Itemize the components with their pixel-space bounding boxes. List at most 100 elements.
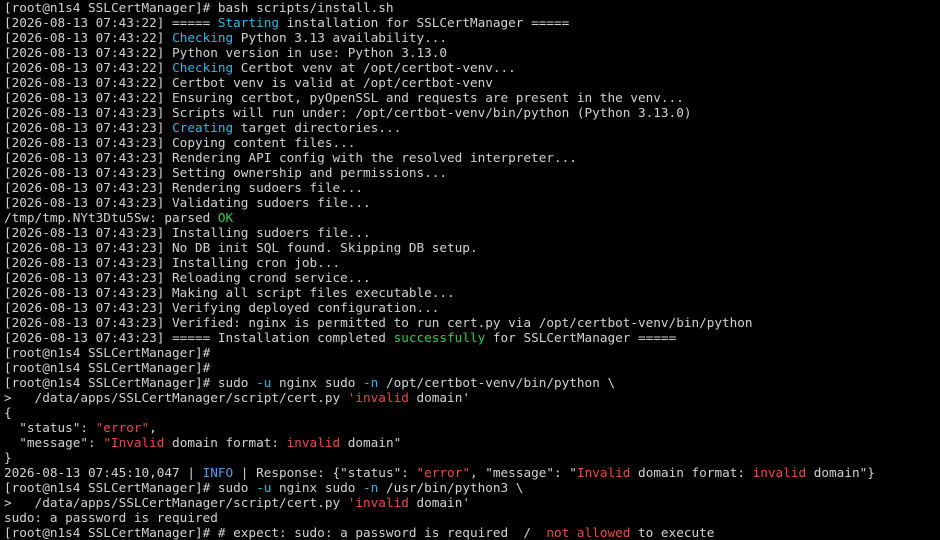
terminal-line: sudo: a password is required — [4, 510, 940, 525]
terminal-line: [root@n1s4 SSLCertManager]# # expect: su… — [4, 525, 940, 540]
terminal-text-segment: [root@n1s4 SSLCertManager]# sudo — [4, 480, 257, 495]
terminal-text-segment: -n — [363, 375, 379, 390]
terminal-text-segment: sudo: a password is required — [4, 510, 218, 525]
terminal-line: 2026-08-13 07:45:10,047 | INFO | Respons… — [4, 465, 940, 480]
terminal-text-segment: domain" — [340, 435, 402, 450]
terminal-text-segment: [2026-08-13 07:43:22] Ensuring certbot, … — [4, 90, 684, 105]
terminal-text-segment: "message": — [4, 435, 104, 450]
terminal-text-segment: [2026-08-13 07:43:23] Copying content fi… — [4, 135, 356, 150]
terminal-text-segment: Invalid — [576, 465, 631, 480]
terminal-line: [2026-08-13 07:43:23] Installing cron jo… — [4, 255, 940, 270]
terminal-window[interactable]: [root@n1s4 SSLCertManager]# bash scripts… — [0, 0, 940, 540]
terminal-text-segment: [2026-08-13 07:43:23] Scripts will run u… — [4, 105, 692, 120]
terminal-text-segment: successfully — [393, 330, 486, 345]
terminal-text-segment: /usr/bin/python3 \ — [378, 480, 524, 495]
terminal-text-segment: invalid — [286, 435, 341, 450]
terminal-text-segment: } — [4, 450, 12, 465]
terminal-line: [2026-08-13 07:43:23] Validating sudoers… — [4, 195, 940, 210]
terminal-line: "message": "Invalid domain format: inval… — [4, 435, 940, 450]
terminal-text-segment: [root@n1s4 SSLCertManager]# — [4, 345, 211, 360]
terminal-text-segment: nginx sudo — [271, 480, 364, 495]
terminal-line: [2026-08-13 07:43:23] ===== Installation… — [4, 330, 940, 345]
terminal-text-segment: , — [149, 420, 157, 435]
terminal-text-segment: not allowed — [546, 525, 631, 540]
terminal-text-segment: [2026-08-13 07:43:23] Installing cron jo… — [4, 255, 341, 270]
terminal-text-segment: [2026-08-13 07:43:23] Setting ownership … — [4, 165, 448, 180]
terminal-text-segment: target directories... — [233, 120, 402, 135]
terminal-text-segment: installation for SSLCertManager ===== — [279, 15, 570, 30]
terminal-text-segment: [root@n1s4 SSLCertManager]# — [4, 360, 211, 375]
terminal-line: [2026-08-13 07:43:23] Verifying deployed… — [4, 300, 940, 315]
terminal-line: [2026-08-13 07:43:22] Ensuring certbot, … — [4, 90, 940, 105]
terminal-text-segment: for SSLCertManager ===== — [485, 330, 677, 345]
terminal-line: > /data/apps/SSLCertManager/script/cert.… — [4, 495, 940, 510]
terminal-text-segment: Starting — [217, 15, 279, 30]
terminal-line: [2026-08-13 07:43:23] Installing sudoers… — [4, 225, 940, 240]
terminal-text-segment: [2026-08-13 07:43:22] Certbot venv is va… — [4, 75, 493, 90]
terminal-text-segment: /opt/certbot-venv/bin/python \ — [378, 375, 616, 390]
terminal-text-segment: [root@n1s4 SSLCertManager]# sudo — [4, 375, 257, 390]
terminal-text-segment: [2026-08-13 07:43:23] Validating sudoers… — [4, 195, 371, 210]
terminal-line: [2026-08-13 07:43:23] Making all script … — [4, 285, 940, 300]
terminal-line: [2026-08-13 07:43:23] Scripts will run u… — [4, 105, 940, 120]
terminal-text-segment: domain format: — [630, 465, 753, 480]
terminal-text-segment: [2026-08-13 07:43:22] — [4, 30, 173, 45]
terminal-line: [root@n1s4 SSLCertManager]# sudo -u ngin… — [4, 375, 940, 390]
terminal-text-segment: Certbot venv at /opt/certbot-venv... — [233, 60, 516, 75]
terminal-text-segment: [2026-08-13 07:43:23] Making all script … — [4, 285, 455, 300]
terminal-line: [2026-08-13 07:43:22] ===== Starting ins… — [4, 15, 940, 30]
terminal-line: > /data/apps/SSLCertManager/script/cert.… — [4, 390, 940, 405]
terminal-line: [2026-08-13 07:43:22] Certbot venv is va… — [4, 75, 940, 90]
terminal-text-segment: domain' — [408, 390, 470, 405]
terminal-text-segment: Python 3.13 availability... — [233, 30, 448, 45]
terminal-text-segment: [2026-08-13 07:43:23] Reloading crond se… — [4, 270, 371, 285]
terminal-line: [2026-08-13 07:43:23] Copying content fi… — [4, 135, 940, 150]
terminal-text-segment: domain' — [408, 495, 470, 510]
terminal-text-segment: OK — [217, 210, 234, 225]
terminal-text-segment: [2026-08-13 07:43:22] — [4, 60, 173, 75]
terminal-line: [2026-08-13 07:43:23] Rendering sudoers … — [4, 180, 940, 195]
terminal-text-segment: nginx sudo — [271, 375, 364, 390]
terminal-line: "status": "error", — [4, 420, 940, 435]
terminal-text-segment: [2026-08-13 07:43:22] Python version in … — [4, 45, 448, 60]
terminal-text-segment: domain format: — [164, 435, 287, 450]
terminal-text-segment: to execute — [630, 525, 715, 540]
terminal-text-segment: /tmp/tmp.NYt3Dtu5Sw: parsed — [4, 210, 218, 225]
terminal-line: [2026-08-13 07:43:23] Verified: nginx is… — [4, 315, 940, 330]
terminal-text-segment: Checking — [172, 60, 234, 75]
terminal-text-segment: "error" — [95, 420, 150, 435]
terminal-text-segment: -u — [256, 375, 272, 390]
terminal-line: [2026-08-13 07:43:23] No DB init SQL fou… — [4, 240, 940, 255]
terminal-text-segment: [2026-08-13 07:43:23] No DB init SQL fou… — [4, 240, 478, 255]
terminal-text-segment: | Response: {"status": — [233, 465, 417, 480]
terminal-text-segment: [root@n1s4 SSLCertManager]# bash scripts… — [4, 0, 394, 15]
terminal-text-segment: "status": — [4, 420, 96, 435]
terminal-line: } — [4, 450, 940, 465]
terminal-text-segment: [2026-08-13 07:43:23] Rendering API conf… — [4, 150, 577, 165]
terminal-line: [2026-08-13 07:43:23] Reloading crond se… — [4, 270, 940, 285]
terminal-line: [2026-08-13 07:43:22] Checking Certbot v… — [4, 60, 940, 75]
terminal-text-segment: [2026-08-13 07:43:22] ===== — [4, 15, 218, 30]
terminal-text-segment: [2026-08-13 07:43:23] Verified: nginx is… — [4, 315, 753, 330]
terminal-text-segment: -n — [363, 480, 379, 495]
terminal-text-segment: domain"} — [806, 465, 875, 480]
terminal-text-segment: invalid — [355, 390, 409, 405]
terminal-line: [root@n1s4 SSLCertManager]# — [4, 345, 940, 360]
terminal-text-segment: > /data/apps/SSLCertManager/script/cert.… — [4, 390, 348, 405]
terminal-text-segment: Checking — [172, 30, 234, 45]
terminal-text-segment: "error" — [416, 465, 470, 480]
terminal-line: [root@n1s4 SSLCertManager]# — [4, 360, 940, 375]
terminal-text-segment: [2026-08-13 07:43:23] — [4, 120, 173, 135]
terminal-line: [2026-08-13 07:43:22] Python version in … — [4, 45, 940, 60]
terminal-text-segment: Creating — [172, 120, 234, 135]
terminal-line: [root@n1s4 SSLCertManager]# sudo -u ngin… — [4, 480, 940, 495]
terminal-text-segment: { — [4, 405, 12, 420]
terminal-text-segment: , "message": " — [469, 465, 577, 480]
terminal-text-segment: [2026-08-13 07:43:23] Verifying deployed… — [4, 300, 440, 315]
terminal-text-segment: "Invalid — [103, 435, 165, 450]
terminal-line: [2026-08-13 07:43:23] Creating target di… — [4, 120, 940, 135]
terminal-text-segment: -u — [256, 480, 272, 495]
terminal-text-segment: [root@n1s4 SSLCertManager]# # expect: su… — [4, 525, 547, 540]
terminal-line: /tmp/tmp.NYt3Dtu5Sw: parsed OK — [4, 210, 940, 225]
terminal-line: [2026-08-13 07:43:23] Rendering API conf… — [4, 150, 940, 165]
